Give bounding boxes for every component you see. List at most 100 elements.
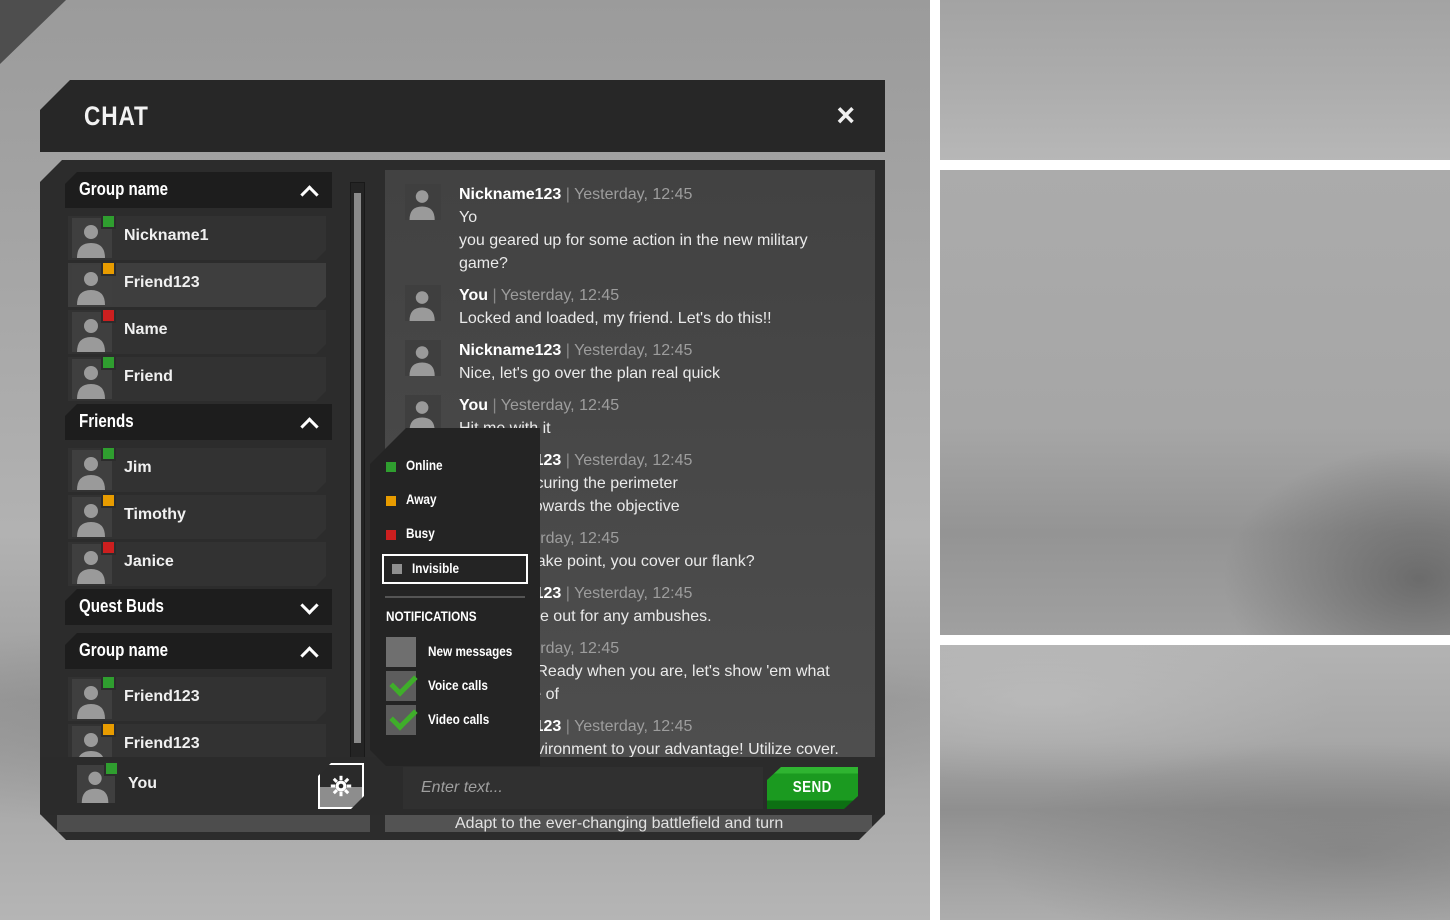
status-option-away[interactable]: Away bbox=[370, 484, 540, 518]
message-author: Nickname123 bbox=[459, 342, 561, 359]
message-time: Yesterday, 12:45 bbox=[501, 397, 619, 414]
chat-window-header: CHAT × bbox=[40, 80, 885, 152]
chevron-up-icon bbox=[300, 185, 318, 203]
message-header: You | Yesterday, 12:45 bbox=[459, 395, 865, 417]
friend-row-friend[interactable]: Friend bbox=[68, 357, 326, 401]
separator: | bbox=[488, 397, 501, 414]
separator: | bbox=[561, 342, 574, 359]
divider bbox=[385, 596, 525, 598]
friends-scrollbar[interactable] bbox=[350, 182, 365, 766]
friend-name: Friend123 bbox=[124, 274, 200, 292]
checkmark-icon bbox=[389, 668, 417, 696]
separator: | bbox=[561, 585, 574, 602]
checkbox[interactable] bbox=[386, 671, 416, 701]
friend-row-janice[interactable]: Janice bbox=[68, 542, 326, 586]
friend-name: Friend bbox=[124, 368, 173, 386]
friend-name: Name bbox=[124, 321, 168, 339]
status-option-invisible[interactable]: Invisible bbox=[382, 554, 528, 584]
background-art-pause: × GAME PAUSED RESUMERESTARTSETTINGSEXIT bbox=[940, 170, 1450, 635]
avatar bbox=[72, 679, 112, 719]
friend-row-jim[interactable]: Jim bbox=[68, 448, 326, 492]
friend-name: Timothy bbox=[124, 506, 186, 524]
message-header: You | Yesterday, 12:45 bbox=[459, 285, 865, 307]
message-body: Nickname123 | Yesterday, 12:45Yo you gea… bbox=[459, 184, 865, 275]
chat-message: Nickname123 | Yesterday, 12:45 Nice, let'… bbox=[405, 340, 865, 385]
message-author: You bbox=[459, 287, 488, 304]
status-color-square bbox=[392, 564, 402, 574]
status-option-label: Online bbox=[406, 457, 443, 473]
avatar bbox=[72, 544, 112, 584]
avatar bbox=[72, 265, 112, 305]
message-time: Yesterday, 12:45 bbox=[574, 718, 692, 735]
group-header-friends[interactable]: Friends bbox=[65, 404, 332, 440]
chevron-down-icon bbox=[300, 596, 318, 614]
message-header: Nickname123 | Yesterday, 12:45 bbox=[459, 184, 865, 206]
checkbox[interactable] bbox=[386, 705, 416, 735]
status-indicator bbox=[101, 722, 116, 737]
status-option-busy[interactable]: Busy bbox=[370, 518, 540, 552]
send-button[interactable]: SEND bbox=[767, 767, 858, 809]
close-icon[interactable]: × bbox=[836, 99, 855, 131]
group-header-quest-buds[interactable]: Quest Buds bbox=[65, 589, 332, 625]
chat-title: CHAT bbox=[84, 101, 149, 132]
message-text: Nice, let's go over the plan real quick bbox=[459, 362, 865, 385]
status-color-square bbox=[386, 530, 396, 540]
self-name: You bbox=[128, 775, 157, 793]
message-time: Yesterday, 12:45 bbox=[501, 287, 619, 304]
friend-row-friend123[interactable]: Friend123 bbox=[68, 263, 326, 307]
background-art-quit: × QUIT? ALL UNSAVED PROGRESS WILL BE LOS… bbox=[940, 645, 1450, 920]
status-indicator bbox=[101, 214, 116, 229]
settings-gear-button[interactable] bbox=[318, 763, 364, 809]
status-indicator bbox=[101, 675, 116, 690]
avatar bbox=[405, 184, 441, 220]
status-option-online[interactable]: Online bbox=[370, 450, 540, 484]
scrollbar-thumb[interactable] bbox=[354, 193, 361, 743]
avatar bbox=[405, 395, 441, 431]
checkmark-icon bbox=[389, 702, 417, 730]
avatar bbox=[77, 765, 115, 803]
send-button-label: SEND bbox=[793, 779, 832, 797]
friends-panel-footer bbox=[57, 815, 370, 832]
chat-window-body: Group name Nickname1 Friend123 Name Friend Fr… bbox=[40, 160, 885, 840]
status-indicator bbox=[101, 308, 116, 323]
friend-name: Nickname1 bbox=[124, 227, 209, 245]
toggle-voice-calls[interactable]: Voice calls bbox=[370, 670, 540, 704]
message-time: Yesterday, 12:45 bbox=[574, 186, 692, 203]
status-indicator bbox=[101, 493, 116, 508]
separator: | bbox=[561, 718, 574, 735]
game-ui-mockup: CHAT × Group name Nickname1 Friend123 Name F… bbox=[0, 0, 1450, 920]
message-input[interactable] bbox=[403, 767, 763, 809]
status-options: Online Away Busy Invisible bbox=[370, 450, 540, 586]
group-name: Friends bbox=[79, 411, 134, 432]
toggle-label: Video calls bbox=[428, 711, 489, 727]
friend-row-timothy[interactable]: Timothy bbox=[68, 495, 326, 539]
notification-toggles: New messagesVoice calls Video calls bbox=[370, 636, 540, 738]
message-time: Yesterday, 12:45 bbox=[574, 342, 692, 359]
background-corner-shape bbox=[0, 0, 66, 64]
group-name: Quest Buds bbox=[79, 596, 164, 617]
message-time: Yesterday, 12:45 bbox=[574, 585, 692, 602]
group-header-group-name[interactable]: Group name bbox=[65, 172, 332, 208]
friend-name: Friend123 bbox=[124, 735, 200, 753]
friend-row-nickname1[interactable]: Nickname1 bbox=[68, 216, 326, 260]
avatar bbox=[72, 497, 112, 537]
chevron-up-icon bbox=[300, 646, 318, 664]
toggle-video-calls[interactable]: Video calls bbox=[370, 704, 540, 738]
status-indicator bbox=[104, 761, 119, 776]
status-indicator bbox=[101, 261, 116, 276]
status-color-square bbox=[386, 496, 396, 506]
group-header-group-name[interactable]: Group name bbox=[65, 633, 332, 669]
friend-row-friend123[interactable]: Friend123 bbox=[68, 677, 326, 721]
message-author: Nickname123 bbox=[459, 186, 561, 203]
friend-row-name[interactable]: Name bbox=[68, 310, 326, 354]
status-option-label: Busy bbox=[406, 525, 435, 541]
group-name: Group name bbox=[79, 179, 168, 200]
checkbox[interactable] bbox=[386, 637, 416, 667]
status-dropdown-menu: OnlineAwayBusyInvisible NOTIFICATIONS Ne… bbox=[370, 428, 540, 766]
status-color-square bbox=[386, 462, 396, 472]
message-text: Locked and loaded, my friend. Let's do t… bbox=[459, 307, 865, 330]
toggle-new-messages[interactable]: New messages bbox=[370, 636, 540, 670]
friend-name: Janice bbox=[124, 553, 174, 571]
background-art-left: CHAT × Group name Nickname1 Friend123 Name F… bbox=[0, 0, 930, 920]
message-text: Yo you geared up for some action in the … bbox=[459, 206, 865, 275]
